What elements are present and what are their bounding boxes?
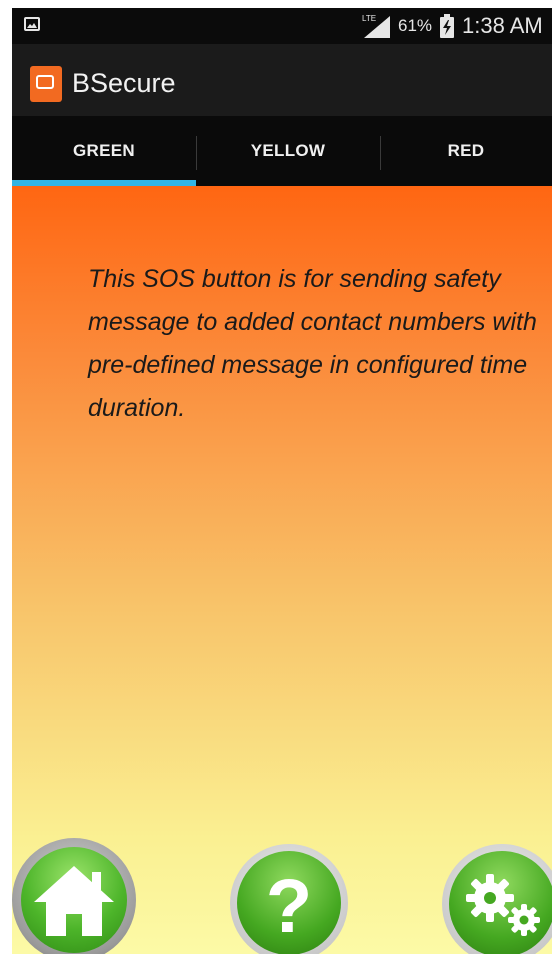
status-bar: LTE 61% 1:38 AM [12,8,552,44]
help-icon: ? [266,864,312,949]
app-logo-icon[interactable] [30,66,62,102]
sos-info-text: This SOS button is for sending safety me… [88,265,537,422]
action-bar: BSecure [12,44,552,116]
settings-gears-icon [466,874,540,936]
app-title: BSecure [72,68,176,98]
home-icon [34,866,114,936]
home-button[interactable] [12,838,136,954]
gallery-icon [24,17,40,31]
status-clock: 1:38 AM [462,13,543,38]
network-type-label: LTE [362,14,376,23]
battery-percent: 61% [398,16,433,35]
help-button[interactable]: ? [230,844,348,954]
signal-icon: LTE [360,12,392,45]
tab-green[interactable]: GREEN [12,116,196,186]
battery-charging-icon [439,14,455,43]
phone-screen: LTE 61% 1:38 AM BSecure GREEN YELLOW RED… [12,8,552,954]
tab-yellow[interactable]: YELLOW [196,116,380,186]
settings-button[interactable] [442,844,552,954]
tab-bar: GREEN YELLOW RED [12,116,552,186]
sos-content-panel: This SOS button is for sending safety me… [12,186,552,954]
tab-red[interactable]: RED [380,116,552,186]
help-glyph: ? [266,864,312,949]
